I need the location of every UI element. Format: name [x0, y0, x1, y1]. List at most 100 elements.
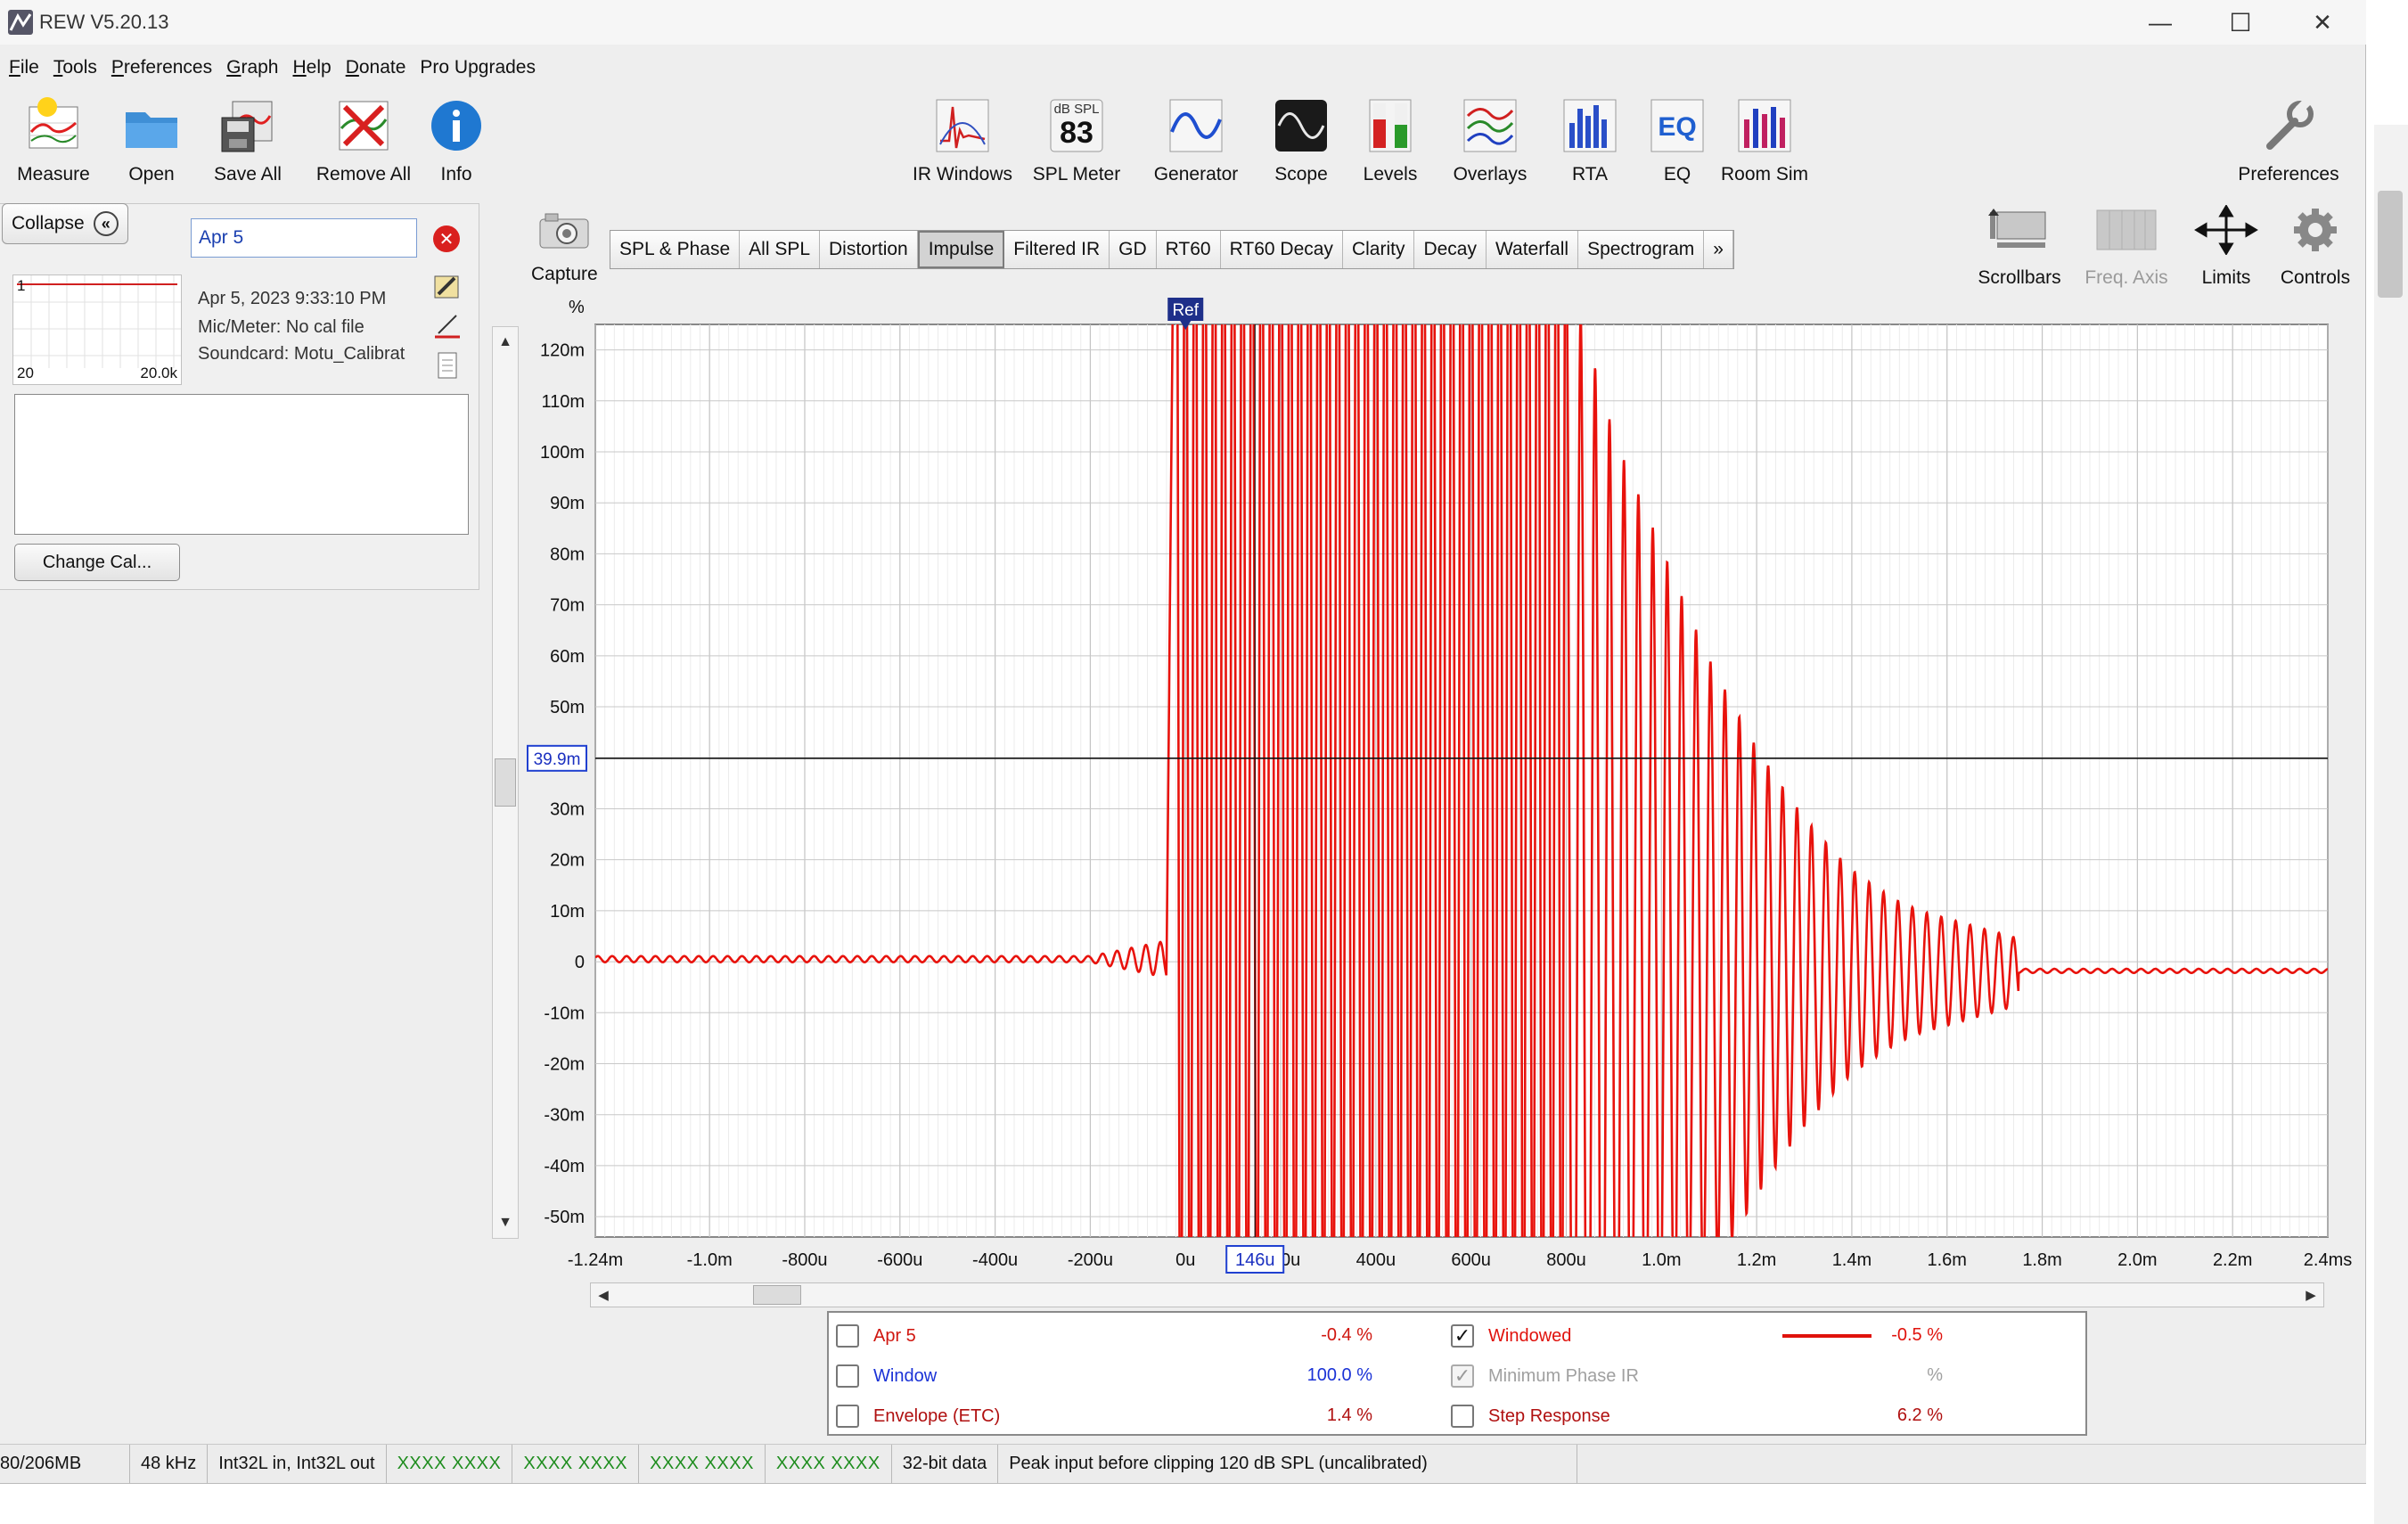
legend-label: Windowed: [1488, 1325, 1572, 1346]
scroll-down-arrow-icon[interactable]: ▼: [493, 1209, 518, 1236]
room-sim-icon: [1738, 99, 1791, 152]
legend-checkbox[interactable]: ✓: [1451, 1364, 1474, 1388]
legend-checkbox[interactable]: [836, 1405, 859, 1428]
legend-row-window: Window: [836, 1358, 937, 1394]
tab-more[interactable]: »: [1704, 231, 1733, 268]
background-scrollbar[interactable]: [2374, 125, 2408, 1524]
tab-rt60[interactable]: RT60: [1156, 231, 1221, 268]
measurement-notes-area[interactable]: [14, 394, 469, 535]
eq-icon: EQ: [1650, 99, 1704, 152]
tab-spl-phase[interactable]: SPL & Phase: [610, 231, 741, 268]
delete-measurement-icon[interactable]: ✕: [433, 225, 460, 252]
menu-graph[interactable]: Graph: [226, 57, 278, 78]
edit-measurement-icon[interactable]: [433, 271, 462, 299]
room-sim-button[interactable]: Room Sim: [1711, 93, 1818, 191]
impulse-graph[interactable]: -1.24m-1.0m-800u-600u-400u-200u0u200u400…: [520, 285, 2356, 1283]
scroll-up-arrow-icon[interactable]: ▲: [493, 329, 518, 356]
notes-icon[interactable]: [433, 351, 462, 380]
preferences-label: Preferences: [2238, 164, 2339, 184]
preferences-button[interactable]: Preferences: [2235, 93, 2342, 191]
y-tick-label: 80m: [550, 545, 585, 564]
background-scroll-thumb[interactable]: [2378, 191, 2403, 298]
xover-status-3: XXXX XXXX: [639, 1444, 766, 1484]
camera-icon: [539, 213, 589, 249]
controls-button[interactable]: Controls: [2269, 205, 2362, 289]
capture-button[interactable]: Capture: [531, 209, 598, 284]
scrollbars-button[interactable]: Scrollbars: [1973, 205, 2066, 289]
vertical-scroll-thumb[interactable]: [495, 758, 516, 807]
x-tick-label: 2.4ms: [2304, 1250, 2352, 1270]
line-color-icon[interactable]: [433, 310, 462, 339]
overlays-icon: [1463, 99, 1517, 152]
trace-legend: Apr 5 -0.4 % Window 100.0 % Envelope (ETC) 1.…: [827, 1311, 2087, 1436]
legend-checkbox[interactable]: [836, 1364, 859, 1388]
tab-filtered-ir[interactable]: Filtered IR: [1004, 231, 1110, 268]
legend-value: 1.4 %: [1326, 1405, 1372, 1425]
tab-all-spl[interactable]: All SPL: [740, 231, 821, 268]
legend-label: Window: [873, 1365, 938, 1386]
x-tick-label: -1.24m: [568, 1250, 623, 1270]
close-button[interactable]: ✕: [2281, 0, 2363, 45]
graph-tabs: SPL & Phase All SPL Distortion Impulse Filte…: [610, 230, 1734, 269]
menu-preferences[interactable]: Preferences: [111, 57, 212, 78]
spl-meter-button[interactable]: dB SPL 83 SPL Meter: [1023, 93, 1130, 191]
x-tick-label: -1.0m: [687, 1250, 733, 1270]
status-bar: 80/206MB 48 kHz Int32L in, Int32L out XX…: [0, 1444, 2366, 1484]
tab-gd[interactable]: GD: [1110, 231, 1157, 268]
spl-meter-icon-unit: dB SPL: [1053, 102, 1100, 117]
legend-checkbox[interactable]: [1451, 1405, 1474, 1428]
thumbnail-xmin: 20: [17, 365, 34, 381]
x-tick-label: 1.4m: [1832, 1250, 1872, 1270]
legend-value: 6.2 %: [1896, 1405, 1943, 1425]
save-all-icon: [221, 101, 273, 152]
x-tick-label: -800u: [782, 1250, 827, 1270]
tab-rt60-decay[interactable]: RT60 Decay: [1220, 231, 1343, 268]
double-chevron-left-icon: «: [93, 211, 119, 236]
x-tick-label: 1.2m: [1737, 1250, 1776, 1270]
x-tick-label: 1.8m: [2022, 1250, 2061, 1270]
bit-depth: 32-bit data: [892, 1444, 999, 1484]
x-tick-label: -600u: [877, 1250, 922, 1270]
tab-distortion[interactable]: Distortion: [820, 231, 918, 268]
scope-icon: [1275, 100, 1327, 152]
horizontal-scroll-thumb[interactable]: [753, 1285, 801, 1305]
scroll-right-arrow-icon[interactable]: ▶: [2298, 1283, 2323, 1307]
legend-checkbox[interactable]: [836, 1324, 859, 1348]
menu-donate[interactable]: Donate: [346, 57, 406, 78]
legend-row-windowed: ✓ Windowed: [1451, 1318, 1571, 1354]
tab-clarity[interactable]: Clarity: [1342, 231, 1415, 268]
limits-button[interactable]: Limits: [2180, 204, 2273, 289]
thumbnail-xmax: 20.0k: [140, 365, 177, 381]
legend-value: 100.0 %: [1306, 1365, 1372, 1385]
tab-spectrogram[interactable]: Spectrogram: [1578, 231, 1705, 268]
menu-tools[interactable]: Tools: [53, 57, 97, 78]
xover-status-1: XXXX XXXX: [387, 1444, 513, 1484]
tab-decay[interactable]: Decay: [1414, 231, 1487, 268]
graph-vertical-scrollbar[interactable]: ▲ ▼: [492, 326, 519, 1239]
maximize-button[interactable]: ☐: [2199, 0, 2281, 45]
ref-marker-label: Ref: [1172, 301, 1199, 320]
info-button[interactable]: Info: [403, 93, 510, 191]
legend-row-step-response: Step Response: [1451, 1398, 1610, 1434]
menu-pro-upgrades[interactable]: Pro Upgrades: [420, 57, 536, 78]
minimize-button[interactable]: —: [2119, 0, 2201, 45]
scroll-left-arrow-icon[interactable]: ◀: [591, 1283, 616, 1307]
legend-label: Apr 5: [873, 1325, 916, 1346]
x-tick-label: 600u: [1451, 1250, 1491, 1270]
measurement-date: Apr 5, 2023 9:33:10 PM: [198, 289, 387, 308]
menu-file[interactable]: File: [9, 57, 39, 78]
tab-impulse[interactable]: Impulse: [917, 231, 1005, 268]
menu-help[interactable]: Help: [292, 57, 331, 78]
y-tick-label: 60m: [550, 647, 585, 667]
tab-waterfall[interactable]: Waterfall: [1486, 231, 1579, 268]
peak-input: Peak input before clipping 120 dB SPL (u…: [998, 1444, 1578, 1484]
graph-horizontal-scrollbar[interactable]: ◀ ▶: [590, 1282, 2324, 1307]
collapse-button[interactable]: Collapse «: [2, 203, 128, 244]
change-cal-button[interactable]: Change Cal...: [14, 544, 180, 581]
measurement-thumbnail[interactable]: 1 20 20.0k: [12, 274, 182, 385]
measurement-name-field[interactable]: Apr 5: [191, 218, 417, 258]
remove-all-icon: [339, 101, 389, 151]
legend-checkbox[interactable]: ✓: [1451, 1324, 1474, 1348]
y-tick-label: 70m: [550, 596, 585, 616]
info-label: Info: [440, 164, 472, 184]
